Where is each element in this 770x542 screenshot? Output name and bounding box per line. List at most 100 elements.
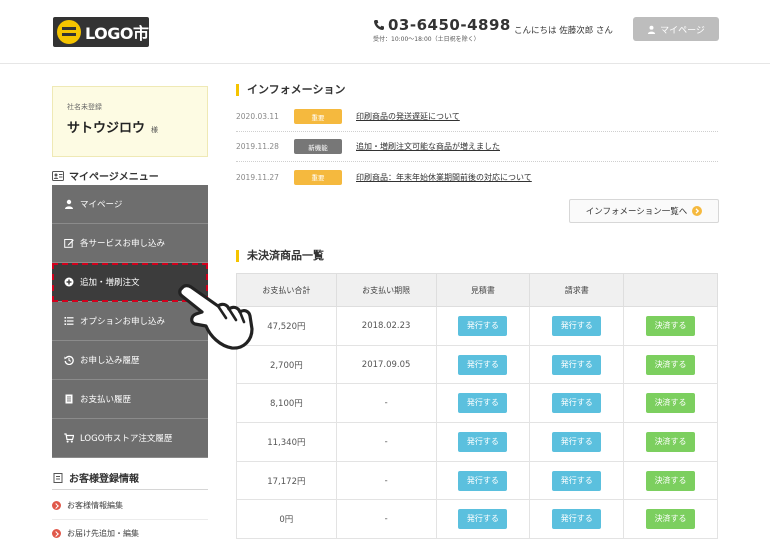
payment-deadline: 2018.02.23	[335, 306, 437, 346]
customer-item-label: お届け先追加・編集	[67, 529, 139, 538]
customer-item-shipping[interactable]: お届け先追加・編集	[52, 520, 208, 542]
menu-item-payment-history[interactable]: お支払い履歴	[52, 380, 208, 419]
customer-info-heading-text: お客様登録情報	[69, 474, 139, 485]
issue-invoice-button[interactable]: 発行する	[552, 470, 602, 491]
list-icon	[64, 317, 74, 325]
site-header: LOGO市 03-6450-4898 受付：10:00〜18:00（土日祝を除く…	[0, 0, 770, 64]
payment-total: 0円	[236, 499, 337, 540]
issue-estimate-button[interactable]: 発行する	[458, 393, 508, 414]
pay-button[interactable]: 決済する	[646, 315, 696, 336]
issue-estimate-button[interactable]: 発行する	[458, 315, 508, 336]
chevron-right-circle-icon	[692, 206, 703, 216]
arrow-circle-icon	[52, 529, 61, 538]
divider	[52, 489, 208, 490]
member-name-text: サトウジロウ	[67, 121, 146, 136]
payment-deadline: -	[335, 383, 437, 424]
id-card-icon	[52, 170, 64, 181]
table-row: 47,520円 2018.02.23 発行する 発行する 決済する	[236, 306, 718, 346]
table-row: 2,700円 2017.09.05 発行する 発行する 決済する	[236, 344, 718, 385]
issue-estimate-button[interactable]: 発行する	[458, 354, 508, 375]
business-hours: 受付：10:00〜18:00（土日祝を除く）	[373, 36, 480, 43]
user-greeting: こんにちは 佐藤次郎 さん	[514, 26, 613, 36]
info-badge: 重要	[294, 169, 342, 185]
user-icon	[647, 25, 656, 34]
column-header: 請求書	[529, 273, 625, 307]
table-row: 0円 - 発行する 発行する 決済する	[236, 499, 718, 540]
info-list: 2020.03.11 重要 印刷商品の発送遅延について 2019.11.28 新…	[236, 102, 718, 192]
issue-invoice-button[interactable]: 発行する	[552, 509, 602, 530]
payment-total: 8,100円	[236, 383, 337, 424]
site-logo[interactable]: LOGO市	[53, 17, 149, 47]
mypage-button[interactable]: マイページ	[633, 17, 719, 41]
logo-mark-icon	[57, 20, 81, 44]
menu-item-mypage[interactable]: マイページ	[52, 185, 208, 224]
info-row: 2019.11.28 新機能 追加・増刷注文可能な商品が増えました	[236, 132, 718, 162]
menu-item-label: 追加・増刷注文	[80, 278, 140, 288]
issue-invoice-button[interactable]: 発行する	[552, 315, 602, 336]
column-header: 見積書	[435, 273, 531, 307]
info-date: 2020.03.11	[236, 112, 279, 121]
info-row: 2020.03.11 重要 印刷商品の発送遅延について	[236, 102, 718, 132]
menu-item-label: お支払い履歴	[80, 395, 132, 405]
info-link[interactable]: 印刷商品：年末年始休業期間前後の対応について	[356, 172, 532, 183]
menu-item-service-apply[interactable]: 各サービスお申し込み	[52, 224, 208, 263]
mypage-menu-heading-text: マイページメニュー	[69, 172, 159, 183]
menu-item-label: LOGO市ストア注文履歴	[80, 434, 173, 444]
table-row: 17,172円 - 発行する 発行する 決済する	[236, 460, 718, 501]
phone-text: 03-6450-4898	[388, 16, 511, 34]
payment-deadline: -	[335, 499, 437, 540]
company-label: 社名未登録	[67, 103, 102, 111]
menu-item-label: オプションお申し込み	[80, 317, 166, 327]
info-date: 2019.11.28	[236, 142, 279, 151]
menu-item-label: 各サービスお申し込み	[80, 239, 166, 249]
honorific: 様	[151, 126, 159, 134]
plus-circle-icon	[64, 277, 74, 287]
menu-item-label: お申し込み履歴	[80, 356, 140, 366]
document-icon	[53, 472, 63, 483]
info-badge: 重要	[294, 109, 342, 124]
info-link[interactable]: 印刷商品の発送遅延について	[356, 111, 460, 122]
info-link[interactable]: 追加・増刷注文可能な商品が増えました	[356, 141, 500, 152]
issue-estimate-button[interactable]: 発行する	[458, 509, 508, 530]
unpaid-table: お支払い合計 お支払い期限 見積書 請求書 47,520円 2018.02.23…	[236, 273, 718, 540]
member-name: サトウジロウ様	[67, 117, 193, 136]
phone-number: 03-6450-4898	[373, 16, 511, 34]
member-info-box: 社名未登録 サトウジロウ様	[52, 86, 208, 157]
pay-button[interactable]: 決済する	[646, 393, 696, 414]
logo-text: LOGO市	[85, 24, 149, 43]
mypage-button-label: マイページ	[660, 25, 705, 36]
payment-deadline: 2017.09.05	[335, 344, 437, 385]
pay-button[interactable]: 決済する	[646, 470, 696, 491]
payment-total: 11,340円	[236, 422, 337, 462]
payment-total: 17,172円	[236, 460, 337, 501]
user-icon	[65, 199, 73, 209]
info-row: 2019.11.27 重要 印刷商品：年末年始休業期間前後の対応について	[236, 162, 718, 192]
info-heading: インフォメーション	[236, 84, 345, 96]
issue-estimate-button[interactable]: 発行する	[458, 431, 508, 452]
issue-invoice-button[interactable]: 発行する	[552, 354, 602, 375]
info-date: 2019.11.27	[236, 172, 279, 182]
column-header	[623, 273, 718, 307]
pay-button[interactable]: 決済する	[646, 431, 696, 452]
pay-button[interactable]: 決済する	[646, 354, 696, 375]
history-icon	[64, 355, 74, 365]
payment-deadline: -	[335, 460, 437, 501]
phone-icon	[374, 20, 384, 30]
info-list-button[interactable]: インフォメーション一覧へ	[569, 199, 719, 223]
table-row: 8,100円 - 発行する 発行する 決済する	[236, 383, 718, 424]
table-header-row: お支払い合計 お支払い期限 見積書 請求書	[236, 273, 718, 307]
info-list-button-label: インフォメーション一覧へ	[585, 207, 688, 217]
info-badge: 新機能	[294, 139, 342, 154]
issue-invoice-button[interactable]: 発行する	[552, 393, 602, 414]
unpaid-heading: 未決済商品一覧	[236, 250, 324, 262]
edit-icon	[64, 239, 74, 248]
receipt-icon	[65, 394, 73, 404]
issue-estimate-button[interactable]: 発行する	[458, 470, 508, 491]
table-row: 11,340円 - 発行する 発行する 決済する	[236, 422, 718, 462]
issue-invoice-button[interactable]: 発行する	[552, 431, 602, 452]
customer-item-edit[interactable]: お客様情報編集	[52, 492, 208, 520]
cart-icon	[64, 433, 74, 443]
pay-button[interactable]: 決済する	[646, 509, 696, 530]
column-header: お支払い期限	[335, 273, 437, 307]
menu-item-store-order-history[interactable]: LOGO市ストア注文履歴	[52, 419, 208, 458]
